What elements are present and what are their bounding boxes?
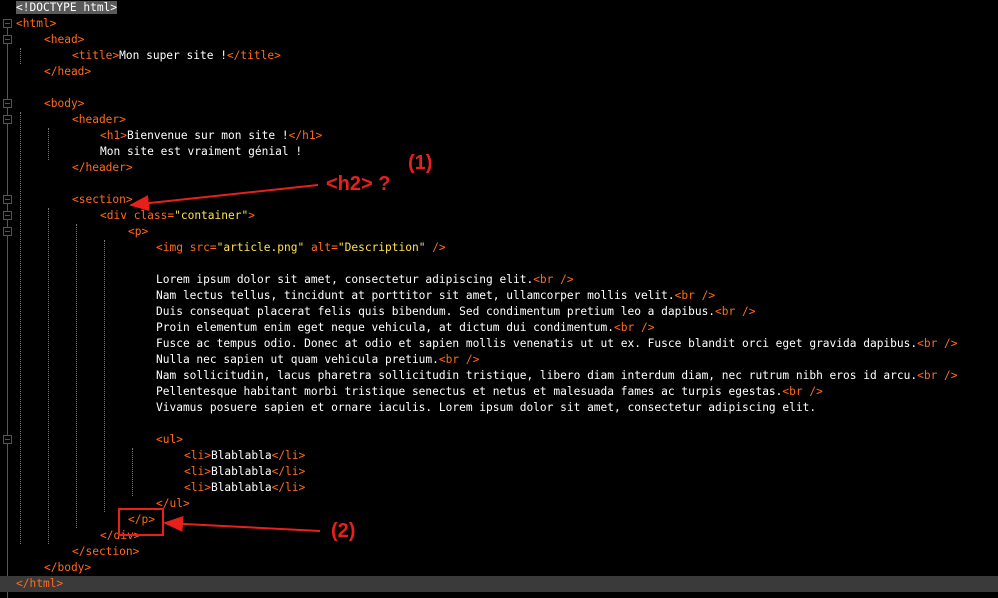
arrow-2 xyxy=(163,515,321,532)
highlight-box-closing-p xyxy=(118,508,164,536)
code-editor[interactable]: <!DOCTYPE html> <html> <head> <title>Mon su… xyxy=(0,0,998,598)
annotation-label-1: (1) xyxy=(408,152,433,174)
arrow-1 xyxy=(129,184,319,212)
annotation-arrows xyxy=(129,184,321,532)
annotation-h2-question: <h2> ? xyxy=(326,173,391,195)
annotation-label-2: (2) xyxy=(331,520,356,542)
